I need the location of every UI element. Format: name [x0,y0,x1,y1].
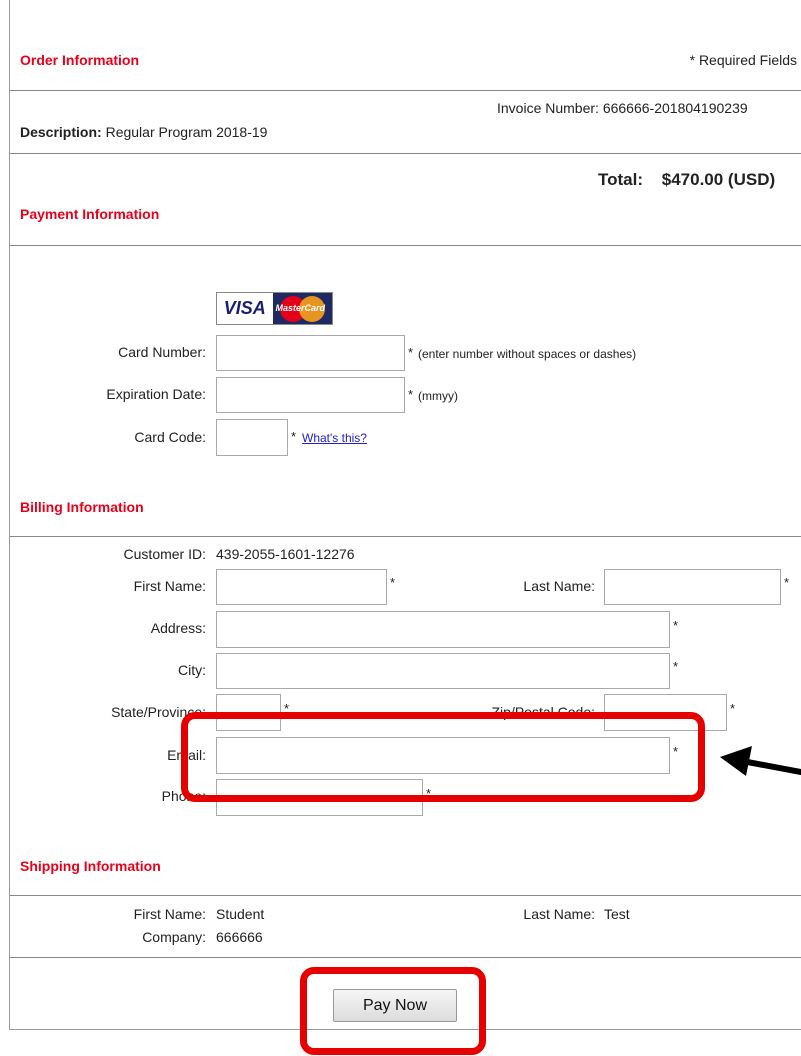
total-label: Total: [598,170,644,189]
card-code-input[interactable] [216,419,288,456]
required-fields-note: * Required Fields [689,52,797,68]
whats-this-link[interactable]: What's this? [302,431,367,445]
divider [10,957,801,958]
mastercard-logo: MasterCard [272,293,332,324]
shipping-first-name-label: First Name: [133,906,206,922]
company-value: 666666 [216,929,263,945]
divider [10,153,801,154]
billing-information-heading: Billing Information [20,499,144,515]
visa-logo: VISA [217,293,273,324]
card-code-label: Card Code: [134,429,206,445]
required-asterisk: * [408,345,414,360]
customer-id-value: 439-2055-1601-12276 [216,546,355,562]
form-frame [9,0,801,1030]
invoice-value: 666666-201804190239 [602,100,748,116]
description-value: Regular Program 2018-19 [105,124,268,140]
card-number-hint: (enter number without spaces or dashes) [418,347,637,361]
divider [10,90,801,91]
expiration-date-hint: (mmyy) [418,389,458,403]
city-label: City: [178,662,206,678]
city-input[interactable] [216,653,670,689]
payment-information-heading: Payment Information [20,206,160,222]
required-asterisk: * [673,618,679,633]
company-label: Company: [142,929,206,945]
order-total: Total: $470.00 (USD) [598,170,775,190]
required-asterisk: * [291,429,297,444]
arrow-icon [720,746,801,776]
first-name-input[interactable] [216,569,387,605]
last-name-label: Last Name: [523,578,595,594]
divider [10,536,801,537]
required-asterisk: * [730,701,736,716]
pay-now-highlight-box [300,967,486,1055]
required-asterisk: * [673,659,679,674]
required-asterisk: * [408,387,414,402]
shipping-first-name-value: Student [216,906,265,922]
shipping-information-heading: Shipping Information [20,858,161,874]
invoice-number: Invoice Number: 666666-201804190239 [497,100,748,116]
order-description: Description: Regular Program 2018-19 [20,124,267,140]
total-value: $470.00 (USD) [661,170,776,189]
divider [10,895,801,896]
description-label: Description: [20,124,102,140]
accepted-cards-logo: VISA MasterCard [216,292,333,325]
card-number-label: Card Number: [118,344,206,360]
first-name-label: First Name: [133,578,206,594]
address-label: Address: [150,620,206,636]
email-highlight-box [181,712,705,802]
required-asterisk: * [784,575,790,590]
address-input[interactable] [216,611,670,648]
shipping-last-name-label: Last Name: [523,906,595,922]
last-name-input[interactable] [604,569,781,605]
divider [10,245,801,246]
expiration-date-label: Expiration Date: [106,386,206,402]
required-asterisk: * [390,575,396,590]
shipping-last-name-value: Test [604,906,630,922]
expiration-date-input[interactable] [216,377,405,413]
invoice-label: Invoice Number: [497,100,599,116]
customer-id-label: Customer ID: [123,546,206,562]
card-number-input[interactable] [216,335,405,371]
order-information-heading: Order Information [20,52,140,68]
